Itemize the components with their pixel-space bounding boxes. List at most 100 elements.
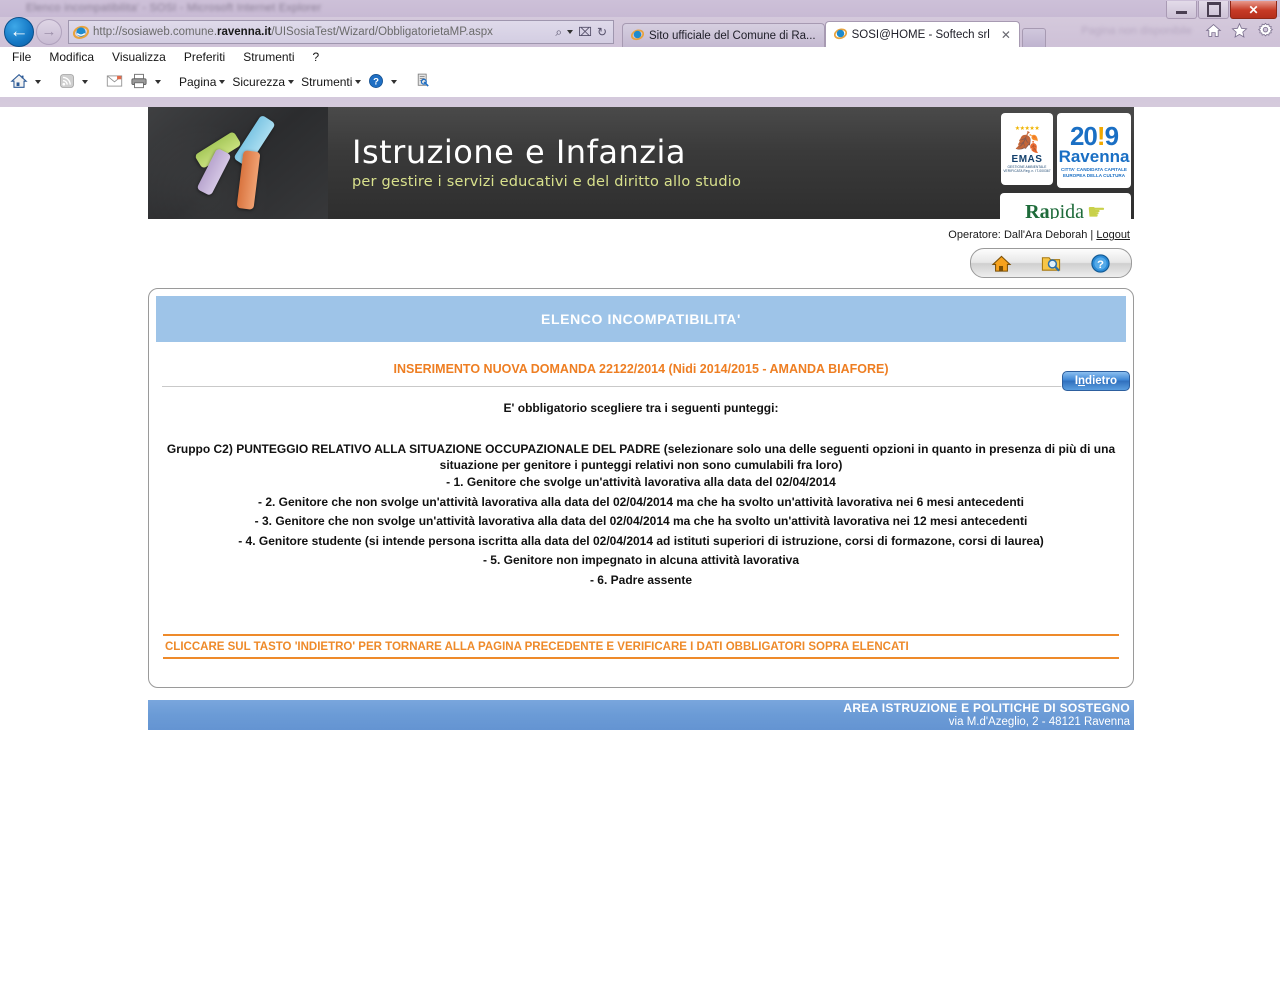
ravenna-caption: CITTA' CANDIDATA CAPITALE EUROPEA DELLA … (1061, 166, 1127, 178)
toolbar-search-folder-icon[interactable] (1040, 252, 1062, 274)
tab-comune-ravenna[interactable]: Sito ufficiale del Comune di Ra... (622, 23, 825, 47)
new-tab-button[interactable] (1021, 28, 1046, 47)
warning-message: CLICCARE SUL TASTO 'INDIETRO' PER TORNAR… (165, 641, 909, 653)
chevron-down-icon[interactable] (567, 30, 574, 34)
rss-feed-icon[interactable] (59, 73, 75, 92)
favorites-star-icon[interactable] (1231, 22, 1248, 39)
address-text: http://sosiaweb.comune.ravenna.it/UISosi… (93, 26, 555, 38)
chevron-down-icon (355, 80, 362, 84)
indietro-post: dietro (1085, 375, 1117, 387)
score-group-block: Gruppo C2) PUNTEGGIO RELATIVO ALLA SITUA… (156, 415, 1126, 590)
site-footer: AREA ISTRUZIONE E POLITICHE DI SOSTEGNO … (148, 700, 1134, 730)
tab-label: SOSI@HOME - Softech srl (851, 28, 990, 41)
navigation-bar: ← → http://sosiaweb.comune.ravenna.it/UI… (0, 17, 1280, 47)
list-item: - 6. Padre assente (589, 572, 693, 587)
site-toolbar-wrap: ? (148, 241, 1134, 278)
maximize-icon (1206, 2, 1221, 17)
ravenna-2019-logo: 20!9 Ravenna CITTA' CANDIDATA CAPITALE E… (1057, 113, 1131, 188)
pointing-hand-icon: ☛ (1087, 200, 1106, 220)
rapida-rest: pida (1049, 200, 1085, 220)
list-item: - 1. Genitore che svolge un'attività lav… (446, 475, 836, 490)
address-bar[interactable]: http://sosiaweb.comune.ravenna.it/UISosi… (68, 20, 614, 44)
list-item: - 4. Genitore studente (si intende perso… (238, 533, 1044, 548)
tab-close-icon[interactable]: ✕ (1001, 28, 1011, 42)
compatibility-view-icon[interactable]: ⌧ (578, 25, 592, 39)
command-bar: Pagina Sicurezza Strumenti ? (0, 67, 1280, 97)
main-panel: ELENCO INCOMPATIBILITA' INSERIMENTO NUOV… (148, 288, 1134, 688)
command-strumenti-label: Strumenti (301, 75, 353, 89)
notification-text: Pagina non disponibile (1081, 24, 1192, 37)
list-item: - 5. Genitore non impegnato in alcuna at… (482, 553, 800, 568)
score-options-list: - 1. Genitore che svolge un'attività lav… (156, 473, 1126, 590)
url-protocol: http://sosiaweb.comune. (93, 26, 218, 38)
chevron-down-icon[interactable] (35, 80, 41, 84)
home-icon[interactable] (10, 72, 28, 93)
rapida-logo: Rapida ☛ (1000, 193, 1131, 219)
toolbar-home-icon[interactable] (991, 252, 1013, 274)
url-domain: ravenna.it (217, 26, 272, 38)
menu-bar: File Modifica Visualizza Preferiti Strum… (0, 47, 1280, 67)
chevron-down-icon[interactable] (391, 80, 398, 84)
indietro-accesskey: n (1078, 375, 1086, 387)
emas-logo: ★★★★★ 🍂 EMAS GESTIONE AMBIENTALE VERIFIC… (1001, 113, 1053, 185)
command-sicurezza[interactable]: Sicurezza (232, 75, 295, 89)
command-strumenti[interactable]: Strumenti (301, 75, 362, 89)
forward-button[interactable]: → (36, 19, 62, 45)
footer-address: via M.d'Azeglio, 2 - 48121 Ravenna (948, 715, 1130, 728)
panel-subtitle: INSERIMENTO NUOVA DOMANDA 22122/2014 (Ni… (393, 362, 889, 376)
compatibility-view-icon[interactable] (415, 72, 431, 92)
operator-name: Dall'Ara Deborah (1003, 229, 1088, 241)
search-icon[interactable]: ⌕ (555, 25, 562, 40)
menu-item-visualizza[interactable]: Visualizza (112, 50, 166, 64)
browser-chrome: Elenco incompatibilita' - SOSI - Microso… (0, 0, 1280, 107)
home-icon[interactable] (1205, 22, 1222, 39)
back-button[interactable]: ← (4, 17, 34, 47)
chevron-down-icon (219, 80, 226, 84)
ravenna-year: 20!9 (1070, 123, 1119, 149)
printer-icon[interactable] (130, 73, 148, 92)
indietro-button[interactable]: Indietro (1061, 371, 1130, 391)
command-sicurezza-label: Sicurezza (232, 75, 286, 89)
warning-block: CLICCARE SUL TASTO 'INDIETRO' PER TORNAR… (163, 634, 1119, 659)
toolbar-help-icon[interactable]: ? (1089, 252, 1111, 274)
chalk-photo-image (148, 107, 328, 219)
site-toolbar: ? (970, 248, 1132, 278)
address-bar-icons: ⌕ ⌧ ↻ (555, 25, 611, 40)
tools-gear-icon[interactable] (1257, 22, 1274, 39)
url-path: /UISosiaTest/Wizard/ObbligatorietaMP.asp… (271, 26, 493, 38)
internet-explorer-icon (72, 24, 90, 40)
minimize-icon (1176, 10, 1187, 14)
svg-text:?: ? (1097, 258, 1104, 270)
svg-text:?: ? (373, 76, 379, 87)
chevron-down-icon[interactable] (82, 80, 88, 84)
chevron-down-icon (288, 80, 295, 84)
chevron-down-icon[interactable] (155, 80, 161, 84)
close-icon: ✕ (1248, 2, 1259, 17)
command-pagina[interactable]: Pagina (179, 75, 226, 89)
operator-separator: | (1090, 229, 1094, 241)
logo-row-top: ★★★★★ 🍂 EMAS GESTIONE AMBIENTALE VERIFIC… (1001, 113, 1131, 188)
tab-label: Sito ufficiale del Comune di Ra... (649, 29, 816, 42)
mail-icon[interactable] (106, 74, 123, 91)
menu-item-help[interactable]: ? (313, 50, 320, 64)
command-pagina-label: Pagina (179, 75, 217, 89)
chrome-right-icons: Pagina non disponibile (1081, 22, 1274, 39)
operator-label: Operatore: (948, 229, 1001, 241)
menu-item-file[interactable]: File (12, 50, 31, 64)
emas-wordmark: EMAS (1011, 153, 1043, 165)
tab-sosi-home[interactable]: SOSI@HOME - Softech srl ✕ (824, 21, 1020, 47)
banner-title: Istruzione e Infanzia (352, 132, 687, 171)
list-item: - 2. Genitore che non svolge un'attività… (258, 494, 1024, 509)
help-icon[interactable]: ? (368, 73, 384, 92)
menu-item-strumenti[interactable]: Strumenti (243, 50, 294, 64)
logout-link[interactable]: Logout (1096, 229, 1130, 241)
refresh-icon[interactable]: ↻ (597, 25, 607, 39)
tab-favicon-icon (630, 28, 645, 44)
panel-header: ELENCO INCOMPATIBILITA' (156, 296, 1126, 342)
banner-logos: ★★★★★ 🍂 EMAS GESTIONE AMBIENTALE VERIFIC… (1000, 113, 1131, 219)
menu-item-modifica[interactable]: Modifica (49, 50, 94, 64)
operator-bar: Operatore: Dall'Ara Deborah | Logout (148, 219, 1134, 241)
emas-leaf-icon: 🍂 (1014, 131, 1040, 154)
ravenna-name: Ravenna (1058, 146, 1130, 166)
menu-item-preferiti[interactable]: Preferiti (184, 50, 225, 64)
